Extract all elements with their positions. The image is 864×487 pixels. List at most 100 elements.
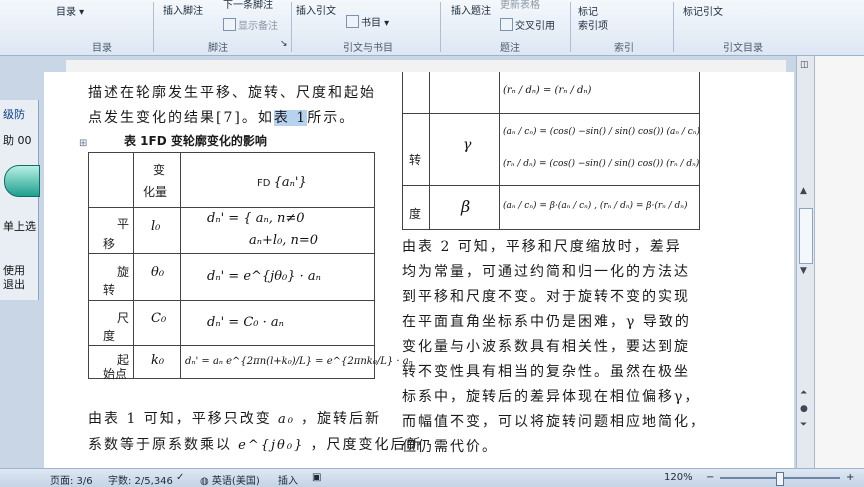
symbol-gamma: γ	[463, 137, 472, 153]
table2: (rₙ / dₙ) = (rₙ / dₙ) 转 γ (aₙ / cₙ) = (c…	[402, 72, 700, 230]
status-bar: 页面: 3/6 字数: 2/5,346 ✓ ◍ 英语(美国) 插入 ▣ 120%…	[0, 468, 864, 487]
vertical-scrollbar[interactable]: ◫ ▲ ▼ ⏶ ● ⏷	[796, 56, 814, 468]
formula-translate-a: dₙ' = { aₙ, n≠0	[207, 211, 305, 226]
next-page-icon[interactable]: ⏷	[800, 420, 807, 430]
background-window[interactable]: 级防 助 00 单上选 使用 退出	[0, 100, 40, 300]
row-scale-label1: 尺	[117, 311, 130, 325]
formula-translate-b: aₙ+l₀, n=0	[249, 233, 319, 248]
table-line	[89, 345, 374, 346]
table-line	[403, 113, 699, 114]
insert-citation-button[interactable]: 插入引文	[296, 2, 336, 17]
dialog-launcher-icon[interactable]: ↘	[280, 39, 288, 49]
toc-button[interactable]: 目录 ▾	[56, 3, 84, 18]
header-change: 变	[153, 163, 166, 177]
browse-object-icon[interactable]: ●	[800, 404, 808, 414]
ribbon: 目录 ▾ 插入脚注 下一条脚注 显示备注 插入引文 书目 ▾ 插入题注 更新表格…	[0, 0, 864, 56]
header-fd: FD {aₙ'}	[257, 175, 307, 190]
formula-gamma-b: (rₙ / dₙ) = (cos() −sin() / sin() cos())…	[503, 159, 700, 169]
table-line	[89, 300, 374, 301]
row-rotate-label: 转	[409, 153, 422, 167]
status-language[interactable]: ◍ 英语(美国)	[200, 472, 260, 487]
update-table-button[interactable]: 更新表格	[500, 0, 540, 11]
show-notes-button[interactable]: 显示备注	[223, 17, 278, 32]
index-entry-label: 索引项	[578, 21, 608, 32]
spellcheck-icon[interactable]: ✓	[176, 472, 184, 483]
bibliography-button[interactable]: 书目 ▾	[346, 14, 389, 29]
var-theta0: θ₀	[151, 265, 165, 280]
right-line-3: 到平移和尺度不变。对于旋转不变的实现	[402, 289, 690, 305]
status-words[interactable]: 字数: 2/5,346	[108, 472, 173, 487]
cross-reference-button[interactable]: 交叉引用	[500, 17, 555, 32]
formula-gamma-a: (aₙ / cₙ) = (cos() −sin() / sin() cos())…	[503, 127, 700, 137]
group-captions: 题注	[500, 43, 520, 54]
var-k0: k₀	[151, 353, 165, 368]
table1-caption: 表 1FD 变轮廓变化的影响	[124, 134, 267, 148]
row-translate-label1: 平	[117, 217, 130, 231]
window-text: 退出	[3, 278, 25, 291]
globe-icon: ◍	[200, 476, 209, 487]
table-line	[429, 72, 430, 229]
group-index: 索引	[614, 43, 634, 54]
formula-scale: dₙ' = C₀ · aₙ	[207, 315, 284, 330]
zoom-in-icon[interactable]: +	[846, 472, 854, 483]
status-zoom[interactable]: 120%	[664, 472, 693, 483]
mark-entry-button[interactable]: 标记	[578, 3, 598, 18]
right-line-5: 变化量与小波系数具有相关性，要达到旋	[402, 339, 690, 355]
status-mode[interactable]: 插入	[278, 472, 298, 487]
symbol-beta: β	[461, 197, 471, 216]
group-footnotes: 脚注	[208, 43, 228, 54]
table-move-handle-icon[interactable]: ⊞	[79, 138, 87, 149]
notes-icon	[223, 18, 236, 31]
scroll-thumb[interactable]	[799, 208, 813, 264]
mark-citation-button[interactable]: 标记引文	[683, 3, 723, 18]
next-footnote-button[interactable]: 下一条脚注	[223, 0, 273, 11]
right-line-2: 均为常量，可通过约简和归一化的方法达	[402, 264, 690, 280]
var-c0: C₀	[151, 311, 167, 326]
para2-line2: 系数等于原系数乘以 e^{jθ₀} ，尺度变化后新	[88, 437, 423, 453]
prev-page-icon[interactable]: ⏶	[800, 388, 807, 398]
formula-beta: (aₙ / cₙ) = β·(aₙ / cₙ) , (rₙ / dₙ) = β·…	[503, 201, 688, 211]
insert-footnote-button[interactable]: 插入脚注	[163, 2, 203, 17]
macro-record-icon[interactable]: ▣	[312, 472, 321, 483]
right-line-4: 在平面直角坐标系中仍是困难，γ 导致的	[402, 314, 691, 330]
header-quantity: 化量	[143, 185, 168, 199]
right-line-1: 由表 2 可知，平移和尺度缩放时，差异	[402, 239, 682, 255]
ruler-toggle-icon[interactable]: ◫	[800, 60, 809, 70]
table-line	[89, 207, 374, 208]
right-line-6: 转不变性具有相当的复杂性。虽然在极坐	[402, 364, 690, 380]
book-icon	[346, 15, 359, 28]
ribbon-separator	[291, 2, 292, 52]
formula-top: (rₙ / dₙ) = (rₙ / dₙ)	[503, 85, 592, 96]
ribbon-separator	[570, 2, 571, 52]
row-translate-label2: 移	[103, 237, 116, 251]
para1-line1: 描述在轮廓发生平移、旋转、尺度和起始	[88, 85, 376, 101]
var-l0: l₀	[151, 219, 161, 234]
table-line	[89, 253, 374, 254]
formula-start: dₙ' = aₙ e^{2πn(l+k₀)/L} = e^{2πnk₀/L} ·…	[185, 356, 413, 367]
table-line	[499, 72, 500, 229]
side-pane[interactable]	[814, 56, 864, 468]
zoom-slider-thumb[interactable]	[776, 472, 784, 486]
formula-rotate: dₙ' = e^{jθ₀} · aₙ	[207, 269, 321, 284]
window-text: 单上选	[3, 220, 36, 233]
row-rotate-label2: 转	[103, 283, 116, 297]
right-line-9: 但仍需代价。	[402, 439, 498, 455]
group-citations: 引文与书目	[343, 43, 393, 54]
selected-text: 表 1	[273, 110, 308, 126]
scroll-down-icon[interactable]: ▼	[800, 266, 807, 276]
insert-caption-button[interactable]: 插入题注	[451, 2, 491, 17]
app-button[interactable]	[4, 165, 40, 197]
row-scale-label2: 度	[103, 329, 116, 343]
zoom-out-icon[interactable]: −	[706, 472, 714, 483]
cross-ref-icon	[500, 18, 513, 31]
window-text: 助 00	[3, 134, 32, 147]
status-page[interactable]: 页面: 3/6	[50, 472, 93, 487]
group-toa: 引文目录	[723, 43, 763, 54]
right-line-8: 而幅值不变，可以将旋转问题相应地简化，	[402, 414, 706, 430]
row-scale-label: 度	[409, 207, 422, 221]
scroll-up-icon[interactable]: ▲	[800, 186, 807, 196]
ribbon-separator	[153, 2, 154, 52]
window-title: 级防	[3, 108, 25, 121]
ribbon-separator	[440, 2, 441, 52]
document-page[interactable]: 描述在轮廓发生平移、旋转、尺度和起始 点发生变化的结果[7]。如表 1所示。 表…	[44, 72, 794, 468]
